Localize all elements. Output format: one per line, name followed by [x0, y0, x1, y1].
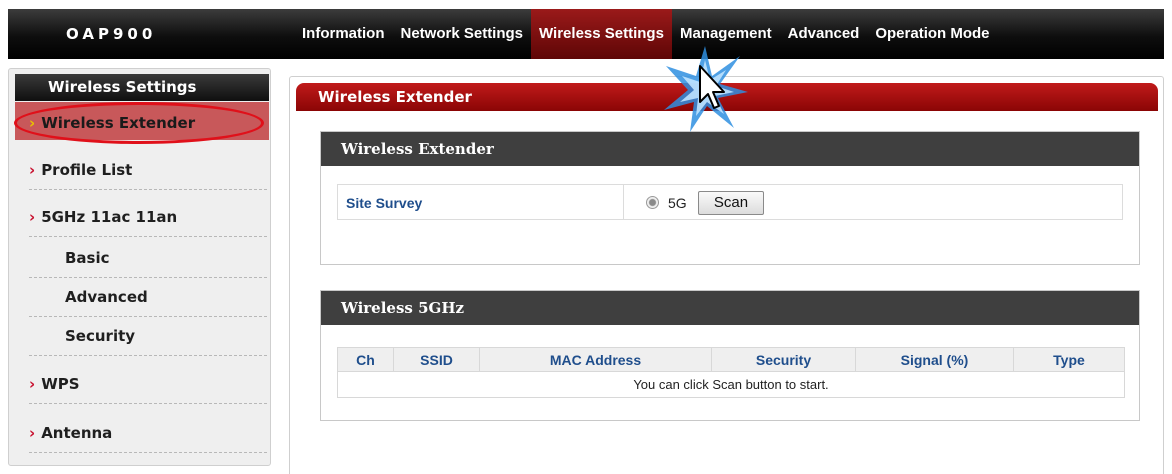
- sidebar-item-basic[interactable]: Basic: [29, 238, 267, 278]
- chevron-right-icon: ›: [29, 424, 36, 442]
- sidebar-item-label: 5GHz 11ac 11an: [41, 208, 178, 226]
- sidebar-item-label: WPS: [41, 375, 80, 393]
- table-header-row: Ch SSID MAC Address Security Signal (%) …: [337, 347, 1125, 372]
- box-title: Wireless 5GHz: [321, 291, 1139, 325]
- column-header-mac-address[interactable]: MAC Address: [479, 347, 712, 372]
- band-5g-label: 5G: [668, 195, 687, 211]
- sidebar-item-label: Profile List: [41, 161, 133, 179]
- column-header-type[interactable]: Type: [1013, 347, 1125, 372]
- table-row: You can click Scan button to start.: [337, 371, 1125, 398]
- nav-advanced[interactable]: Advanced: [780, 9, 868, 59]
- highlight-oval: [14, 102, 264, 144]
- wireless-extender-box: Wireless Extender Site Survey 5G Scan: [320, 131, 1140, 265]
- nav-management[interactable]: Management: [672, 9, 780, 59]
- column-header-ch[interactable]: Ch: [337, 347, 394, 372]
- site-survey-label: Site Survey: [346, 195, 423, 211]
- site-survey-table: Ch SSID MAC Address Security Signal (%) …: [337, 347, 1125, 398]
- sidebar-item-label: Antenna: [41, 424, 113, 442]
- empty-table-message: You can click Scan button to start.: [337, 371, 1125, 398]
- nav-information[interactable]: Information: [294, 9, 393, 59]
- wireless-5ghz-box: Wireless 5GHz Ch SSID MAC Address Securi…: [320, 290, 1140, 421]
- box-title: Wireless Extender: [321, 132, 1139, 166]
- sidebar-item-profile-list[interactable]: › Profile List: [29, 150, 267, 190]
- chevron-right-icon: ›: [29, 161, 36, 179]
- main-nav: Information Network Settings Wireless Se…: [294, 9, 998, 59]
- nav-wireless-settings[interactable]: Wireless Settings: [531, 9, 672, 59]
- page-title: Wireless Extender: [296, 83, 1158, 111]
- nav-operation-mode[interactable]: Operation Mode: [867, 9, 997, 59]
- sidebar-item-antenna[interactable]: › Antenna: [29, 413, 267, 453]
- sidebar-item-security[interactable]: Security: [29, 316, 267, 356]
- top-navigation-bar: OAP900 Information Network Settings Wire…: [8, 9, 1164, 59]
- sidebar-item-5ghz[interactable]: › 5GHz 11ac 11an: [29, 197, 267, 237]
- brand-logo: OAP900: [66, 25, 157, 43]
- band-5g-radio[interactable]: [646, 196, 659, 209]
- nav-network-settings[interactable]: Network Settings: [393, 9, 532, 59]
- scan-button[interactable]: Scan: [698, 191, 764, 215]
- column-header-security[interactable]: Security: [711, 347, 856, 372]
- sidebar-item-advanced[interactable]: Advanced: [29, 277, 267, 317]
- sidebar-item-wps[interactable]: › WPS: [29, 364, 267, 404]
- sidebar-title: Wireless Settings: [15, 74, 269, 101]
- site-survey-row: Site Survey 5G Scan: [337, 184, 1123, 220]
- main-panel: Wireless Extender Wireless Extender Site…: [289, 76, 1164, 474]
- row-divider: [623, 185, 624, 219]
- chevron-right-icon: ›: [29, 375, 36, 393]
- column-header-ssid[interactable]: SSID: [393, 347, 480, 372]
- chevron-right-icon: ›: [29, 208, 36, 226]
- column-header-signal[interactable]: Signal (%): [855, 347, 1014, 372]
